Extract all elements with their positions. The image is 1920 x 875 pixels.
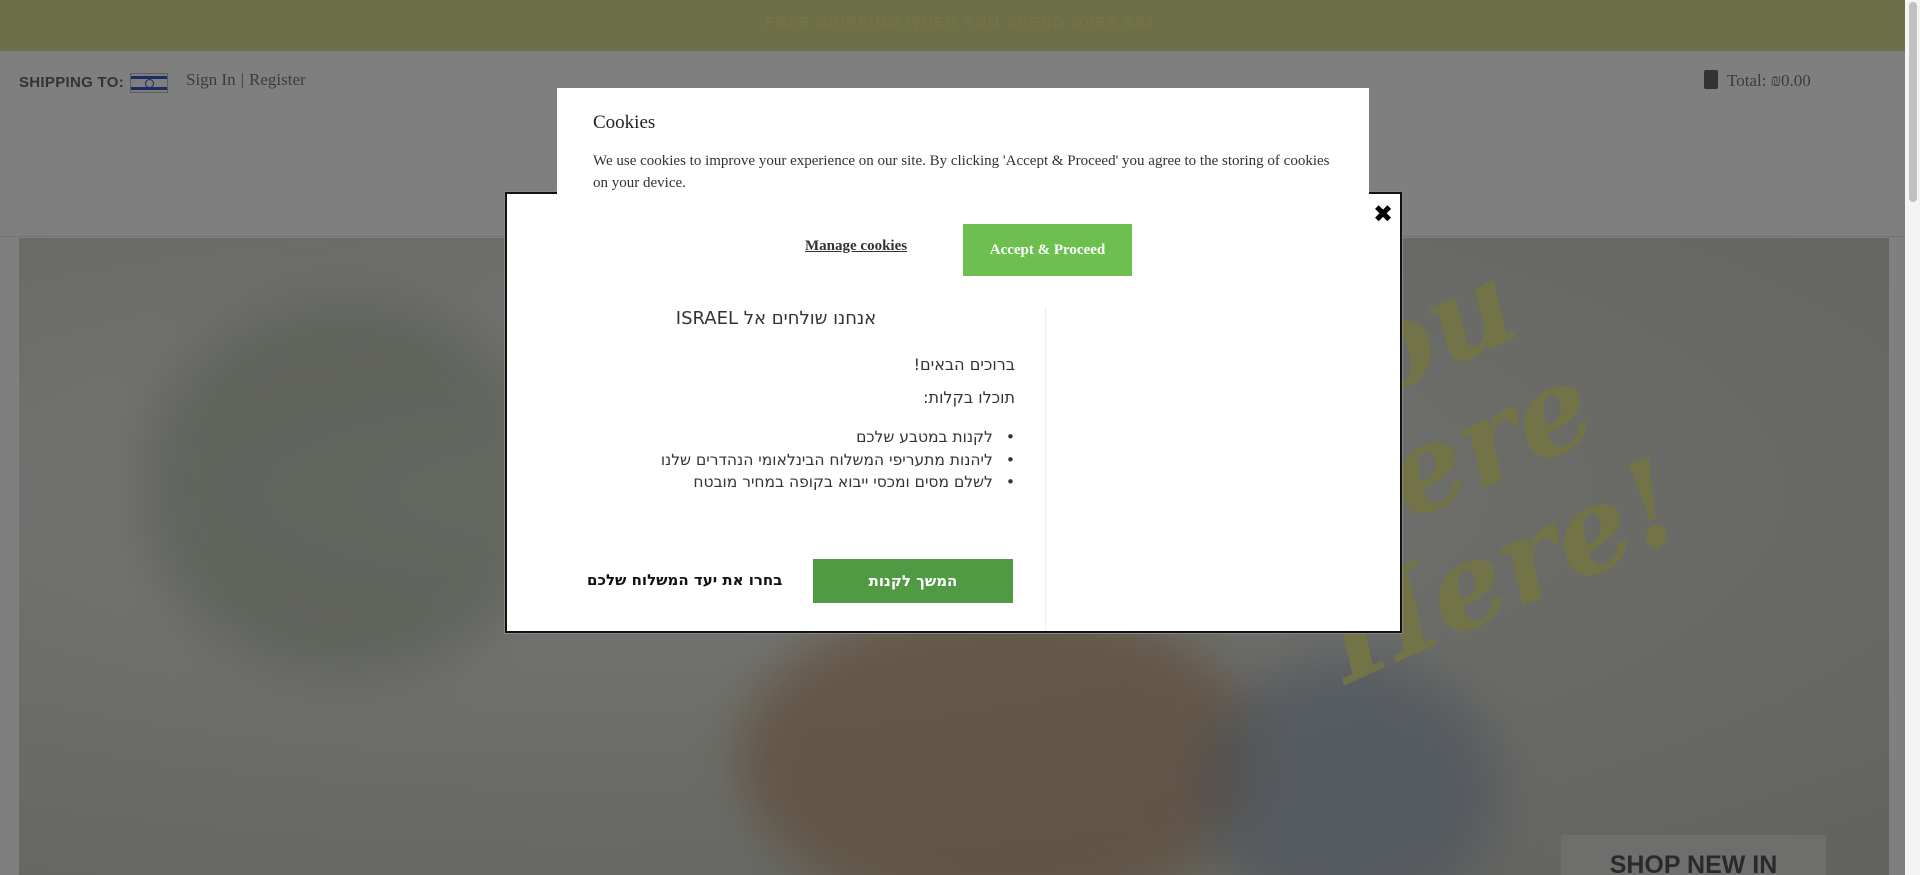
benefit-item: ליהנות מתעריפי המשלוח הבינלאומי הנהדרים … xyxy=(661,449,1015,472)
shipping-welcome: ברוכים הבאים! xyxy=(913,355,1015,374)
accept-proceed-button[interactable]: Accept & Proceed xyxy=(963,224,1132,276)
cookie-consent-modal: Cookies We use cookies to improve your e… xyxy=(557,88,1369,307)
page-scrollbar[interactable] xyxy=(1905,0,1920,875)
benefits-list: לקנות במטבע שלכם ליהנות מתעריפי המשלוח ה… xyxy=(661,426,1015,494)
shipping-modal-title: אנחנו שולחים אל ISRAEL xyxy=(675,308,877,329)
cookie-title: Cookies xyxy=(593,112,656,133)
continue-shopping-button[interactable]: המשך לקנות xyxy=(813,559,1013,603)
scrollbar-thumb[interactable] xyxy=(1909,2,1917,202)
benefit-item: לקנות במטבע שלכם xyxy=(661,426,1015,449)
close-icon[interactable]: ✖ xyxy=(1373,202,1393,226)
shipping-you-can: תוכלו בקלות: xyxy=(923,388,1015,407)
cookie-description: We use cookies to improve your experienc… xyxy=(593,153,1330,191)
choose-destination-link[interactable]: בחרו את יעד המשלוח שלכם xyxy=(587,571,782,589)
benefit-item: לשלם מסים ומכסי ייבוא בקופה במחיר מובטח xyxy=(661,471,1015,494)
manage-cookies-link[interactable]: Manage cookies xyxy=(805,238,907,255)
